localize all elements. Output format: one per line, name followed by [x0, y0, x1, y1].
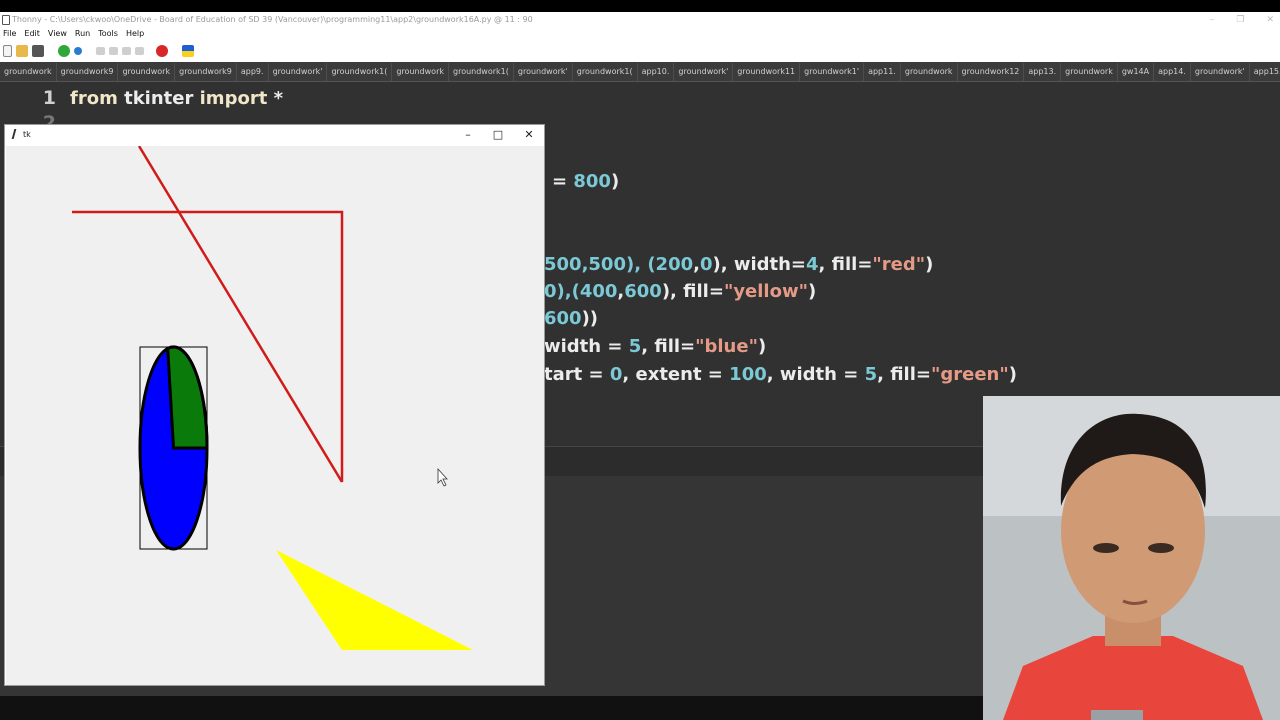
green-arc — [166, 345, 209, 450]
menu-bar: File Edit View Run Tools Help — [0, 28, 1280, 40]
tab-app15[interactable]: app15. — [1250, 63, 1280, 81]
mouse-cursor-icon — [437, 467, 448, 487]
code-line-create-line: 500,500), (200,0), width=4, fill="red") — [544, 254, 934, 275]
code-line-create-arc: tart = 0, extent = 100, width = 5, fill=… — [544, 364, 1017, 385]
tab-app10[interactable]: app10. — [638, 63, 675, 81]
tk-close-button[interactable]: ✕ — [514, 125, 544, 145]
thonny-title-bar: Thonny - C:\Users\ckwoo\OneDrive - Board… — [0, 12, 1280, 28]
code-line-canvas-size: = 800) — [552, 171, 620, 192]
debug-icon[interactable] — [74, 47, 82, 55]
tab-groundwork9[interactable]: groundwork9 — [175, 63, 237, 81]
ukraine-flag-icon[interactable] — [182, 45, 194, 57]
step-into-icon[interactable] — [109, 47, 118, 55]
close-button[interactable]: ✕ — [1266, 12, 1274, 28]
tab-groundwork[interactable]: groundwork' — [269, 63, 328, 81]
tab-groundwork10[interactable]: groundwork1( — [327, 63, 393, 81]
menu-view[interactable]: View — [48, 28, 67, 40]
menu-file[interactable]: File — [3, 28, 16, 40]
menu-edit[interactable]: Edit — [24, 28, 40, 40]
webcam-overlay — [983, 396, 1280, 720]
tk-window-title: tk — [23, 130, 31, 139]
tab-groundwork[interactable]: groundwork — [901, 63, 958, 81]
tab-groundwork[interactable]: groundwork — [0, 63, 57, 81]
menu-help[interactable]: Help — [126, 28, 144, 40]
tab-groundwork11[interactable]: groundwork11 — [733, 63, 801, 81]
thonny-window-controls: – ❐ ✕ — [1210, 12, 1274, 28]
menu-tools[interactable]: Tools — [98, 28, 118, 40]
tk-canvas[interactable] — [6, 145, 544, 685]
tab-app9[interactable]: app9. — [237, 63, 269, 81]
canvas-drawing — [72, 145, 473, 650]
tk-maximize-button[interactable]: □ — [483, 125, 513, 145]
minimize-button[interactable]: – — [1210, 12, 1215, 28]
tab-groundwork[interactable]: groundwork' — [674, 63, 734, 81]
stop-icon[interactable] — [156, 45, 168, 57]
open-file-icon[interactable] — [16, 45, 28, 57]
tk-minimize-button[interactable]: – — [453, 125, 483, 145]
toolbar — [0, 40, 1280, 62]
resume-icon[interactable] — [135, 47, 144, 55]
tab-groundwork1[interactable]: groundwork1' — [800, 63, 865, 81]
tk-title-bar[interactable]: tk – □ ✕ — [5, 125, 544, 145]
tab-groundwork10[interactable]: groundwork1( — [573, 63, 638, 81]
tab-app13[interactable]: app13. — [1024, 63, 1062, 81]
thonny-window-title: Thonny - C:\Users\ckwoo\OneDrive - Board… — [12, 15, 533, 24]
tab-groundwork[interactable]: groundwork — [1061, 63, 1118, 81]
code-line-create-oval: width = 5, fill="blue") — [544, 336, 767, 357]
tk-window[interactable]: tk – □ ✕ — [4, 124, 545, 686]
tab-groundwork9[interactable]: groundwork9 — [57, 63, 119, 81]
code-line-create-polygon: 0),(400,600), fill="yellow") — [544, 281, 817, 302]
thonny-app-icon — [2, 15, 10, 25]
step-out-icon[interactable] — [122, 47, 131, 55]
save-icon[interactable] — [32, 45, 44, 57]
run-icon[interactable] — [58, 45, 70, 57]
editor-tab-bar: groundwork groundwork9 groundwork ground… — [0, 62, 1280, 82]
tab-groundwork12[interactable]: groundwork12 — [958, 63, 1025, 81]
tk-feather-icon — [11, 129, 20, 139]
presenter-video — [983, 396, 1280, 720]
tab-groundwork10[interactable]: groundwork1( — [449, 63, 514, 81]
restore-button[interactable]: ❐ — [1236, 12, 1244, 28]
tab-groundwork[interactable]: groundwork — [118, 63, 176, 81]
tab-gw14a[interactable]: gw14A — [1118, 63, 1155, 81]
step-over-icon[interactable] — [96, 47, 105, 55]
tab-app14[interactable]: app14. — [1154, 63, 1191, 81]
video-top-bar — [0, 0, 1280, 12]
tab-groundwork[interactable]: groundwork' — [514, 63, 573, 81]
code-line-create-rectangle: 600)) — [544, 308, 599, 329]
menu-run[interactable]: Run — [75, 28, 90, 40]
tab-groundwork[interactable]: groundwork' — [1191, 63, 1250, 81]
tab-groundwork[interactable]: groundwork — [392, 63, 449, 81]
new-file-icon[interactable] — [3, 45, 12, 57]
yellow-triangle — [276, 550, 473, 650]
code-line-1: from tkinter import * — [70, 88, 283, 109]
tab-app11[interactable]: app11. — [864, 63, 901, 81]
line-number: 1 — [42, 87, 56, 109]
